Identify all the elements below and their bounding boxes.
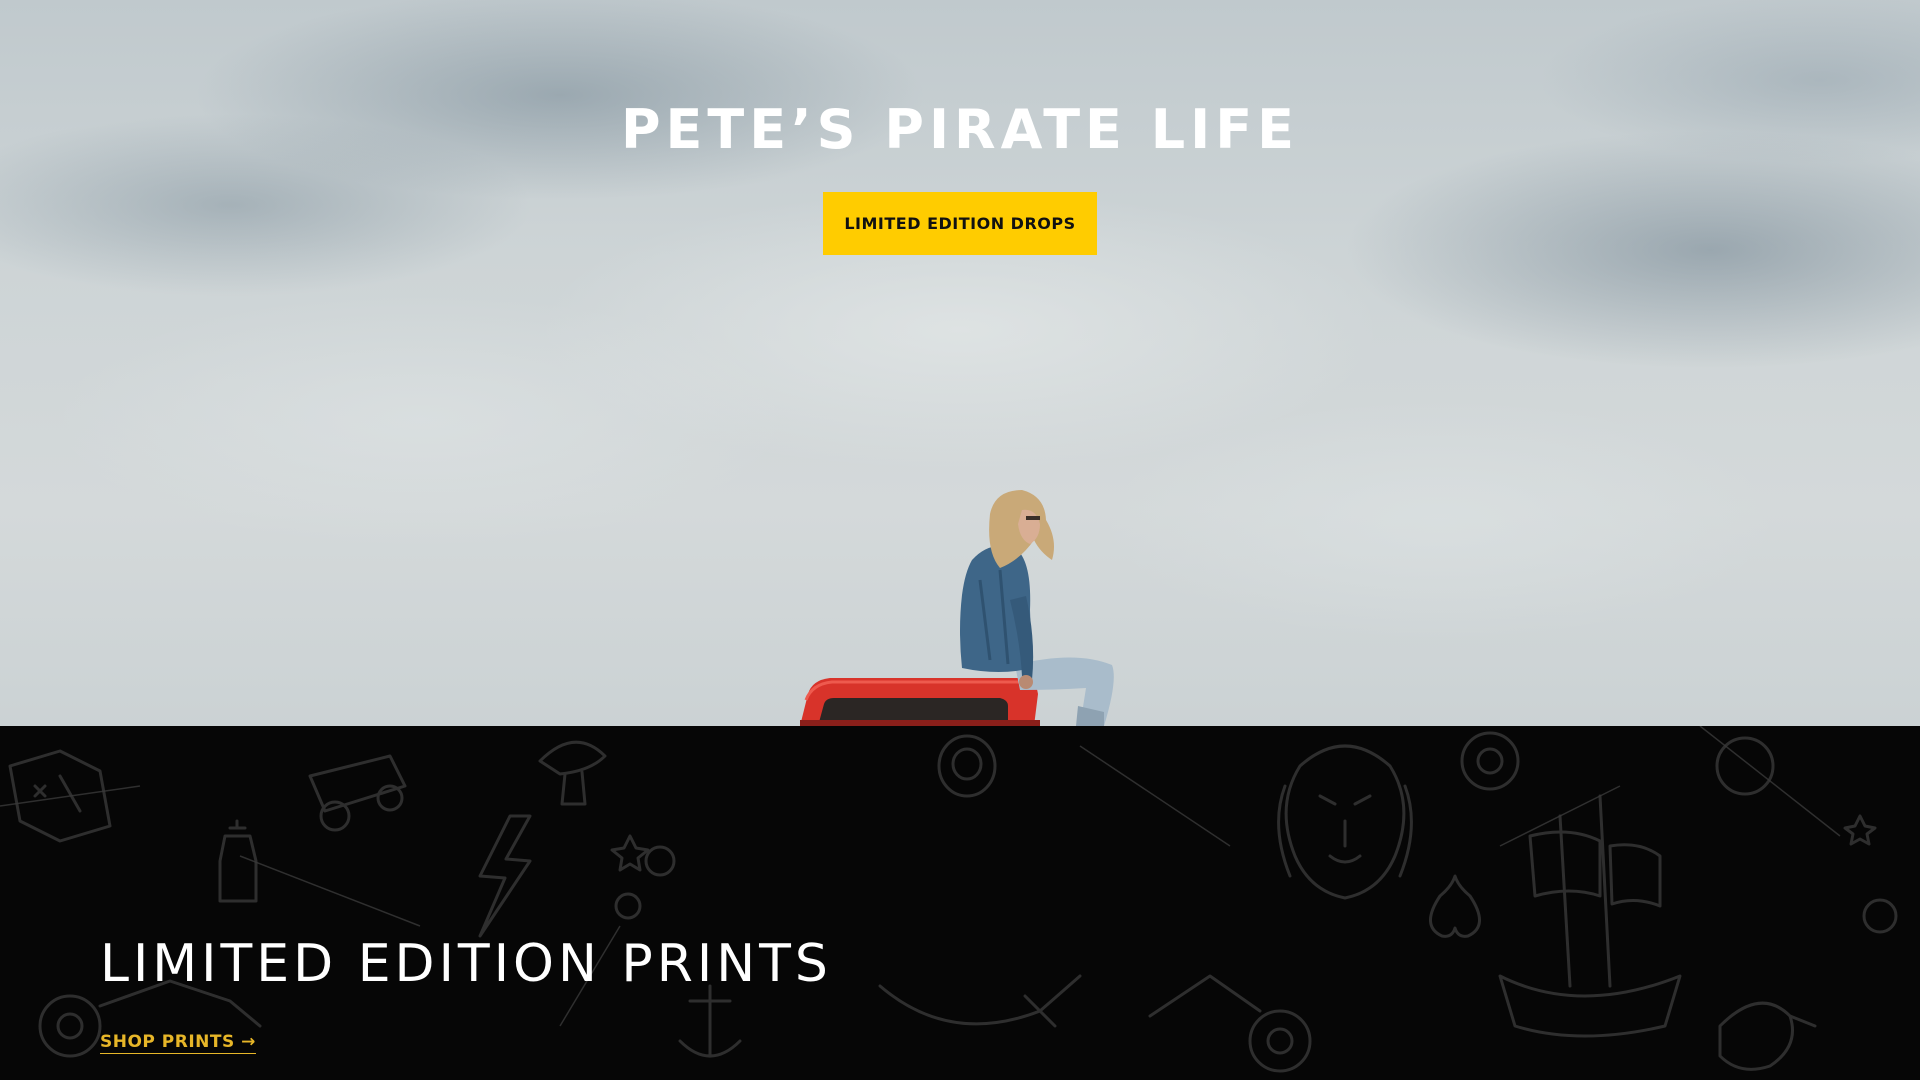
compass-icon: [1460, 731, 1775, 796]
ring-icon: [937, 734, 997, 798]
anchor-icon: [678, 984, 742, 1058]
section-title: LIMITED EDITION PRINTS: [100, 934, 832, 994]
parrot-icon: [1718, 1001, 1817, 1071]
hero-title: PETE’S PIRATE LIFE: [620, 98, 1300, 161]
ace-of-spades-icon: [1429, 874, 1481, 938]
hero-section: PETE’S PIRATE LIFE LIMITED EDITION DROPS: [0, 0, 1920, 726]
lion-icon: [1277, 744, 1413, 900]
red-truck: [800, 678, 1040, 726]
lightning-icon: [478, 814, 532, 938]
star-icon: [610, 814, 1877, 872]
tattoo-doodles-pattern: [0, 726, 1898, 1073]
map-icon: [8, 749, 112, 843]
limited-edition-drops-button[interactable]: LIMITED EDITION DROPS: [823, 192, 1097, 255]
mushroom-icon: [538, 740, 607, 806]
cannon-icon: [308, 754, 407, 832]
dagger-icon: [878, 974, 1082, 1028]
lantern-icon: [218, 819, 258, 903]
prints-section: LIMITED EDITION PRINTS SHOP PRINTS →: [0, 726, 1920, 1080]
coin-icon: [614, 845, 1898, 934]
shop-prints-link[interactable]: SHOP PRINTS →: [100, 1032, 256, 1054]
